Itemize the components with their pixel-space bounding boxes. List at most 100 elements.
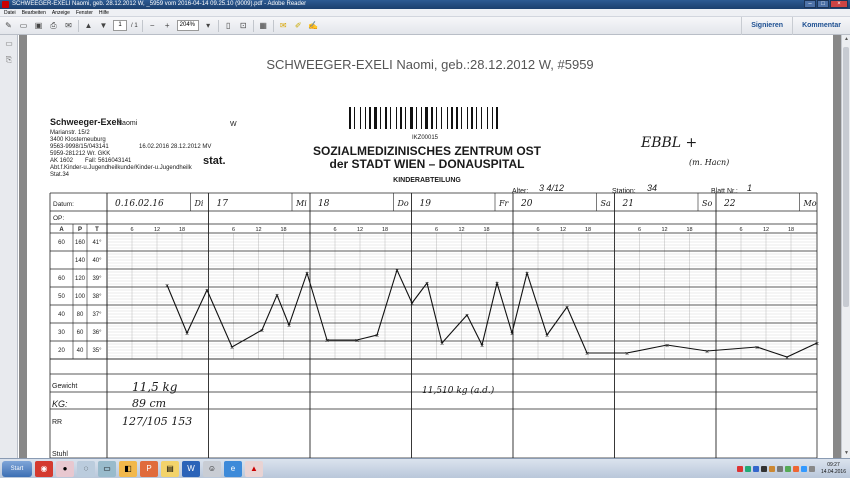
row-label-op: OP: <box>53 215 64 222</box>
comment-icon[interactable]: ✉ <box>278 20 289 31</box>
highlight-icon[interactable]: ✐ <box>293 20 304 31</box>
menu-window[interactable]: Fenster <box>76 9 93 16</box>
sign-button[interactable]: Signieren <box>741 16 792 35</box>
document-viewport: SCHWEEGER-EXELI Naomi, geb.:28.12.2012 W… <box>19 35 841 458</box>
hour-label: 18 <box>382 227 388 233</box>
row-label-rr: RR <box>52 419 62 426</box>
barcode-bar <box>425 107 428 129</box>
zoom-out-icon[interactable]: − <box>147 20 158 31</box>
menu-view[interactable]: Anzeige <box>52 9 70 16</box>
print-icon[interactable]: ⎙ <box>48 20 59 31</box>
zoom-input[interactable]: 204% <box>176 20 199 31</box>
window-controls: – □ × <box>804 0 848 9</box>
users-icon[interactable]: ☺ <box>203 460 221 477</box>
patient-firstname: Naomi <box>117 120 138 127</box>
tray-icon[interactable] <box>752 465 759 472</box>
scroll-up-icon[interactable]: ▲ <box>842 35 850 44</box>
scale-t: 38° <box>92 294 102 300</box>
toolbar-divider <box>217 19 219 32</box>
next-page-icon[interactable]: ▼ <box>98 20 109 31</box>
scanned-chart-page: SCHWEEGER-EXELI Naomi, geb.:28.12.2012 W… <box>49 57 819 458</box>
prev-page-icon[interactable]: ▲ <box>83 20 94 31</box>
menu-help[interactable]: Hilfe <box>99 9 109 16</box>
open-icon[interactable]: ▭ <box>18 20 29 31</box>
tray-icon[interactable] <box>792 465 799 472</box>
patient-line: AK 1602 <box>50 158 74 164</box>
network-icon[interactable]: ◌ <box>77 460 95 477</box>
temperature-point: × <box>525 271 529 278</box>
tray-icon[interactable] <box>800 465 807 472</box>
acrobat-taskbar-icon[interactable]: ▲ <box>245 460 263 477</box>
email-icon[interactable]: ✉ <box>63 20 74 31</box>
comment-button[interactable]: Kommentar <box>792 16 850 35</box>
hour-label: 6 <box>130 227 133 233</box>
toolbar-right: Signieren Kommentar <box>741 16 850 35</box>
barcode-bar <box>451 107 453 129</box>
scroll-down-icon[interactable]: ▼ <box>842 449 850 458</box>
page-number-input[interactable]: 1 <box>113 20 127 31</box>
hour-label: 12 <box>661 227 667 233</box>
barcode-bar <box>436 107 437 129</box>
tray-icon[interactable] <box>736 465 743 472</box>
folder-icon[interactable]: ▤ <box>161 460 179 477</box>
tray-icon[interactable] <box>776 465 783 472</box>
patient-stat: stat. <box>203 155 226 167</box>
hour-label: 12 <box>154 227 160 233</box>
scale-a: 60 <box>58 276 65 282</box>
menu-bar: Datei Bearbeiten Anzeige Fenster Hilfe <box>0 9 850 17</box>
day-weekday: Sa <box>601 199 611 208</box>
day-date: 20 <box>520 199 533 209</box>
patient-line: 9563-9998/15/043141 <box>50 144 109 150</box>
sign-icon[interactable]: ✍ <box>308 20 319 31</box>
menu-file[interactable]: Datei <box>4 9 16 16</box>
sheet-label: Blatt Nr.: <box>711 188 738 195</box>
temperature-point: × <box>305 271 309 278</box>
antivirus-icon[interactable]: ◉ <box>35 460 53 477</box>
internet-explorer-icon[interactable]: e <box>224 460 242 477</box>
hour-label: 12 <box>357 227 363 233</box>
attachment-icon[interactable]: ⎘ <box>4 55 14 65</box>
scale-a: 50 <box>58 294 65 300</box>
scrollbar-thumb[interactable] <box>843 47 849 307</box>
fit-width-icon[interactable]: ⊡ <box>238 20 249 31</box>
close-button[interactable]: × <box>830 0 848 8</box>
toolbar-divider <box>141 19 143 32</box>
hour-label: 6 <box>232 227 235 233</box>
temperature-point: × <box>325 338 329 345</box>
patient-dept: Abt.f.Kinder-u.Jugendheilkunde/Kinder-u.… <box>50 165 193 171</box>
powerpoint-icon[interactable]: P <box>140 460 158 477</box>
word-icon[interactable]: W <box>182 460 200 477</box>
patient-line: 3400 Klosterneuburg <box>50 137 106 143</box>
tray-icon[interactable] <box>768 465 775 472</box>
pages-icon[interactable]: ▭ <box>4 39 14 49</box>
start-button[interactable]: Start <box>2 460 32 477</box>
day-date: 21 <box>622 199 634 209</box>
volume-icon[interactable] <box>808 465 815 472</box>
chevron-down-icon[interactable]: ▾ <box>203 20 214 31</box>
zoom-in-icon[interactable]: + <box>162 20 173 31</box>
explorer-icon[interactable]: ▭ <box>98 460 116 477</box>
fit-page-icon[interactable]: ▯ <box>223 20 234 31</box>
app-window: SCHWEEGER-EXELI Naomi, geb. 28.12.2012 W… <box>0 0 850 478</box>
tray-clock[interactable]: 09:27 14.04.2016 <box>821 462 846 476</box>
tray-icon[interactable] <box>760 465 767 472</box>
weight-value: 11,5 kg <box>132 380 178 394</box>
barcode-bar <box>492 107 493 129</box>
scale-t: 37° <box>92 312 102 318</box>
save-icon[interactable]: ▣ <box>33 20 44 31</box>
tray-icon[interactable] <box>744 465 751 472</box>
maximize-button[interactable]: □ <box>817 0 829 8</box>
create-icon[interactable]: ✎ <box>3 20 14 31</box>
outlook-icon[interactable]: ◧ <box>119 460 137 477</box>
tray-icon[interactable] <box>784 465 791 472</box>
adobe-reader-icon <box>2 1 9 8</box>
barcode-bar <box>354 107 355 129</box>
station-label: Station: <box>612 188 636 195</box>
handwritten-note: EBBL + <box>640 135 697 151</box>
barcode-bar <box>349 107 351 129</box>
minimize-button[interactable]: – <box>804 0 816 8</box>
app-icon[interactable]: ● <box>56 460 74 477</box>
snapshot-icon[interactable]: ▦ <box>258 20 269 31</box>
vertical-scrollbar[interactable]: ▲ ▼ <box>841 35 850 458</box>
menu-edit[interactable]: Bearbeiten <box>22 9 46 16</box>
